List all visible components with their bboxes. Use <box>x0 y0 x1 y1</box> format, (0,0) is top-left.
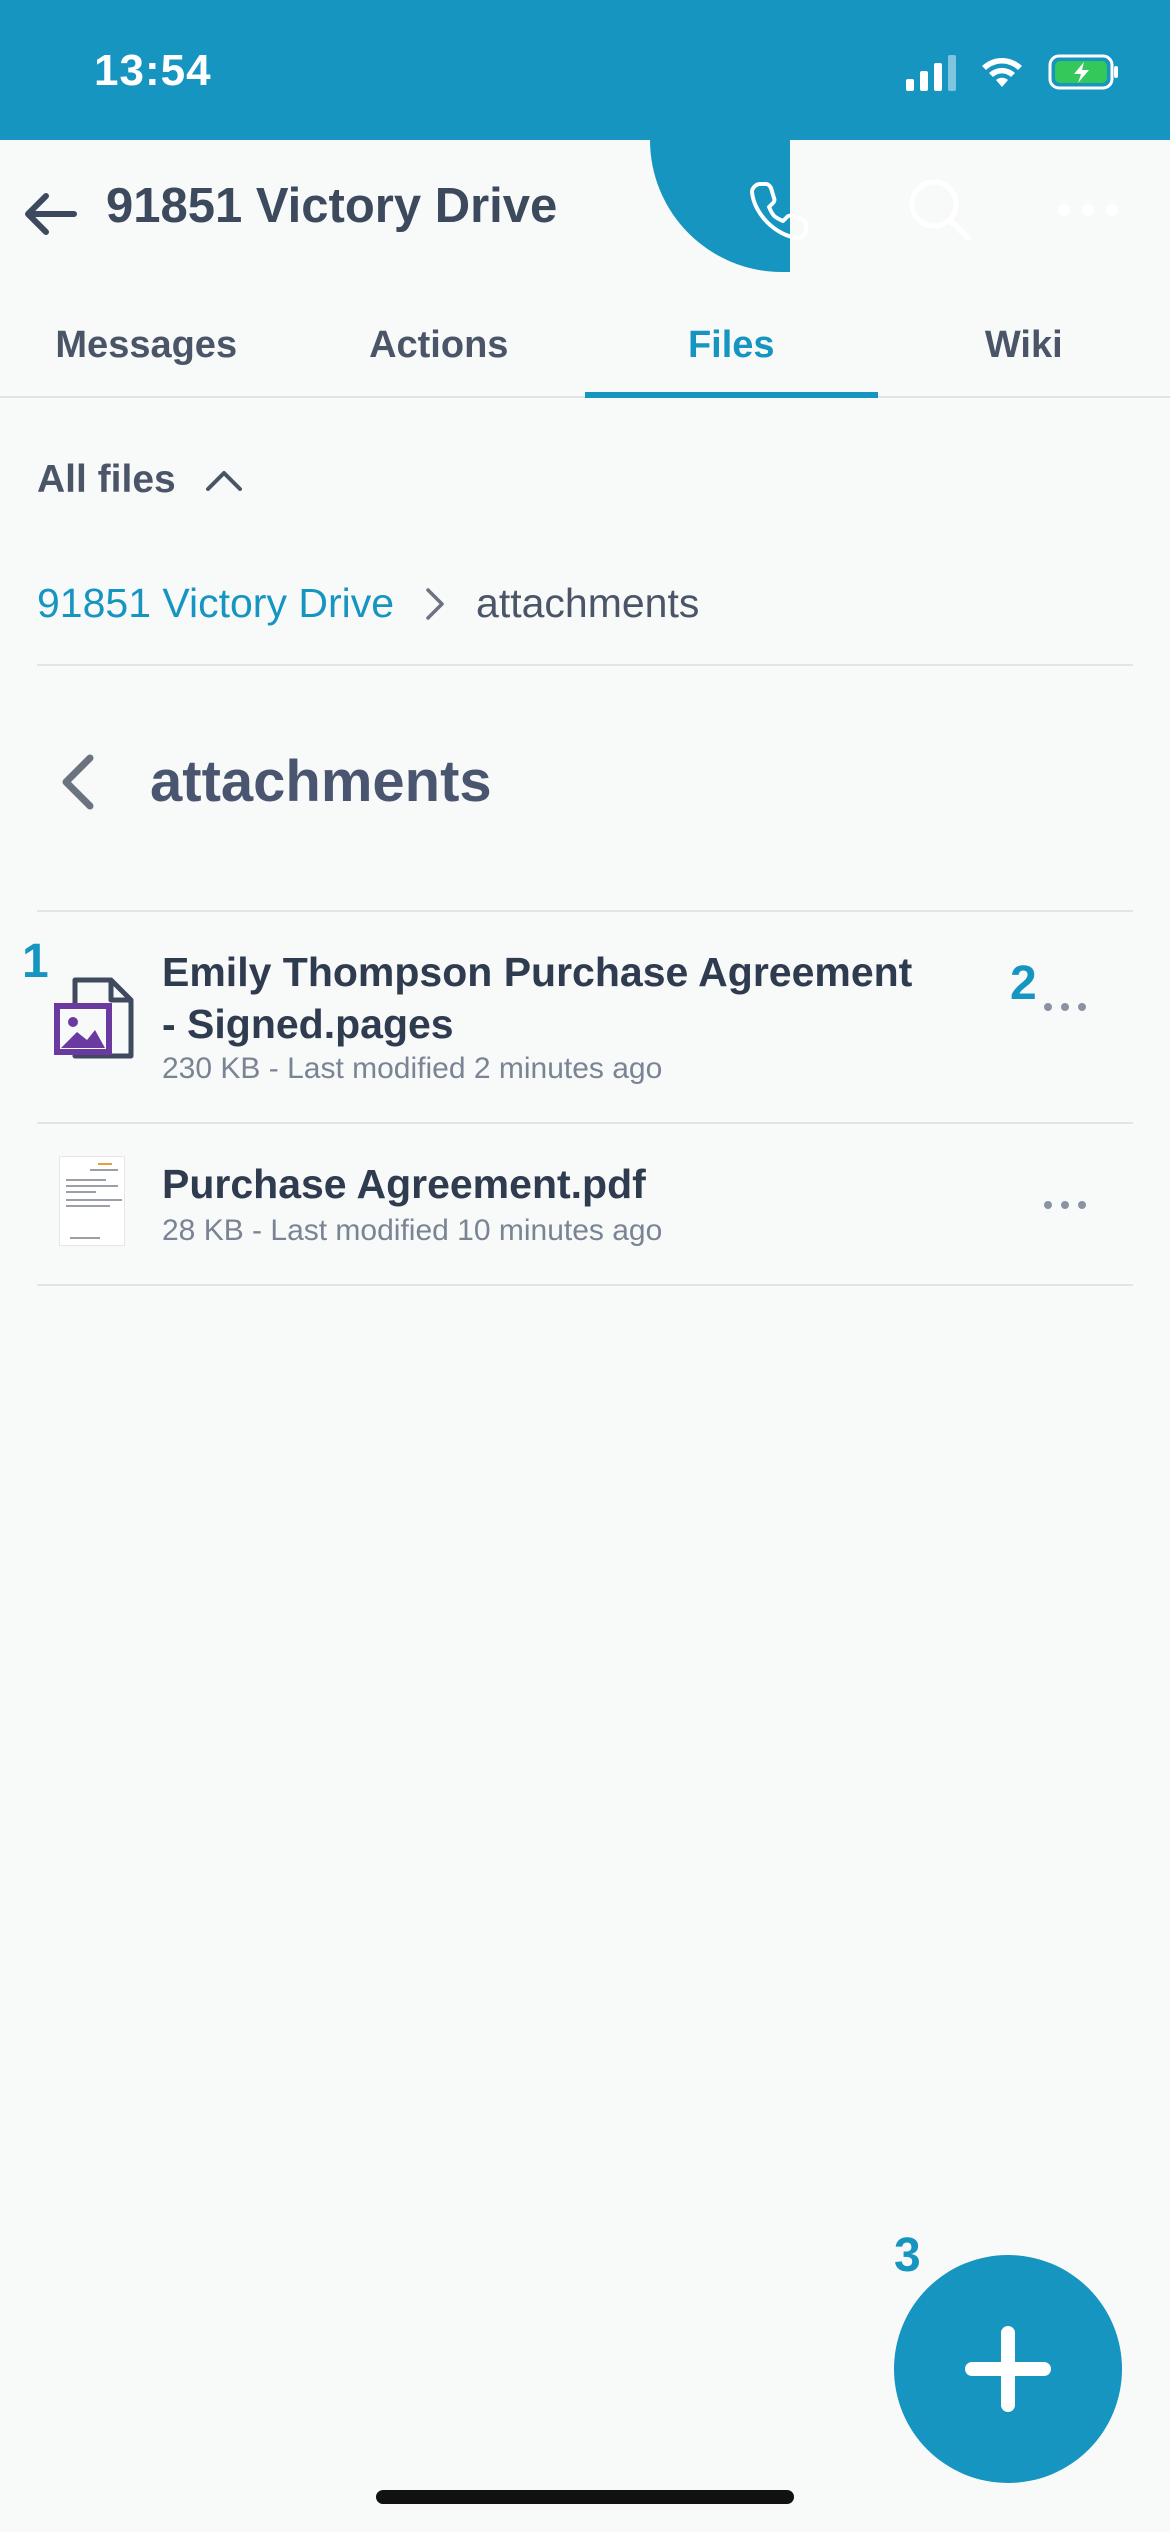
annotation-marker-1: 1 <box>22 935 49 988</box>
pages-document-icon <box>54 977 134 1059</box>
chevron-right-icon <box>426 587 444 620</box>
file-more-icon[interactable] <box>1041 1198 1089 1212</box>
tab-files[interactable]: Files <box>585 300 878 398</box>
file-meta: 230 KB - Last modified 2 minutes ago <box>162 1052 663 1085</box>
file-name: Purchase Agreement.pdf <box>162 1161 646 1207</box>
file-name-continued: - Signed.pages <box>162 1001 454 1047</box>
phone-icon[interactable] <box>740 170 820 250</box>
wifi-icon <box>982 58 1022 87</box>
status-icons <box>906 50 1120 94</box>
breadcrumb: 91851 Victory Drive attachments <box>37 580 699 627</box>
divider <box>37 1284 1133 1286</box>
tab-messages[interactable]: Messages <box>0 300 293 396</box>
folder-back-icon[interactable] <box>52 752 102 812</box>
tab-wiki[interactable]: Wiki <box>878 300 1170 396</box>
all-files-dropdown[interactable]: All files <box>37 458 244 502</box>
battery-charging-icon <box>1048 54 1118 90</box>
pdf-thumbnail <box>59 1156 125 1246</box>
plus-icon <box>965 2326 1051 2412</box>
file-name: Emily Thompson Purchase Agreement <box>162 949 913 995</box>
file-row[interactable]: Purchase Agreement.pdf 28 KB - Last modi… <box>37 1124 1133 1284</box>
conversation-title: 91851 Victory Drive <box>106 179 558 233</box>
cellular-signal-icon <box>906 53 956 91</box>
tab-actions[interactable]: Actions <box>293 300 586 396</box>
file-more-icon[interactable] <box>1041 1000 1089 1014</box>
add-file-button[interactable] <box>894 2255 1122 2483</box>
annotation-marker-2: 2 <box>1010 957 1037 1010</box>
divider <box>37 664 1133 666</box>
status-time: 13:54 <box>94 46 212 95</box>
breadcrumb-current: attachments <box>476 580 700 626</box>
breadcrumb-parent-link[interactable]: 91851 Victory Drive <box>37 580 394 627</box>
back-arrow-icon[interactable] <box>18 182 82 246</box>
tab-bar: Messages Actions Files Wiki <box>0 300 1170 398</box>
folder-title: attachments <box>150 749 492 814</box>
search-icon[interactable] <box>900 170 980 250</box>
chevron-up-icon <box>205 471 242 491</box>
home-indicator <box>376 2490 794 2504</box>
file-row[interactable]: Emily Thompson Purchase Agreement - Sign… <box>37 912 1133 1122</box>
all-files-label: All files <box>37 458 176 501</box>
file-meta: 28 KB - Last modified 10 minutes ago <box>162 1214 663 1247</box>
more-options-icon[interactable] <box>1048 170 1128 250</box>
annotation-marker-3: 3 <box>894 2229 921 2282</box>
